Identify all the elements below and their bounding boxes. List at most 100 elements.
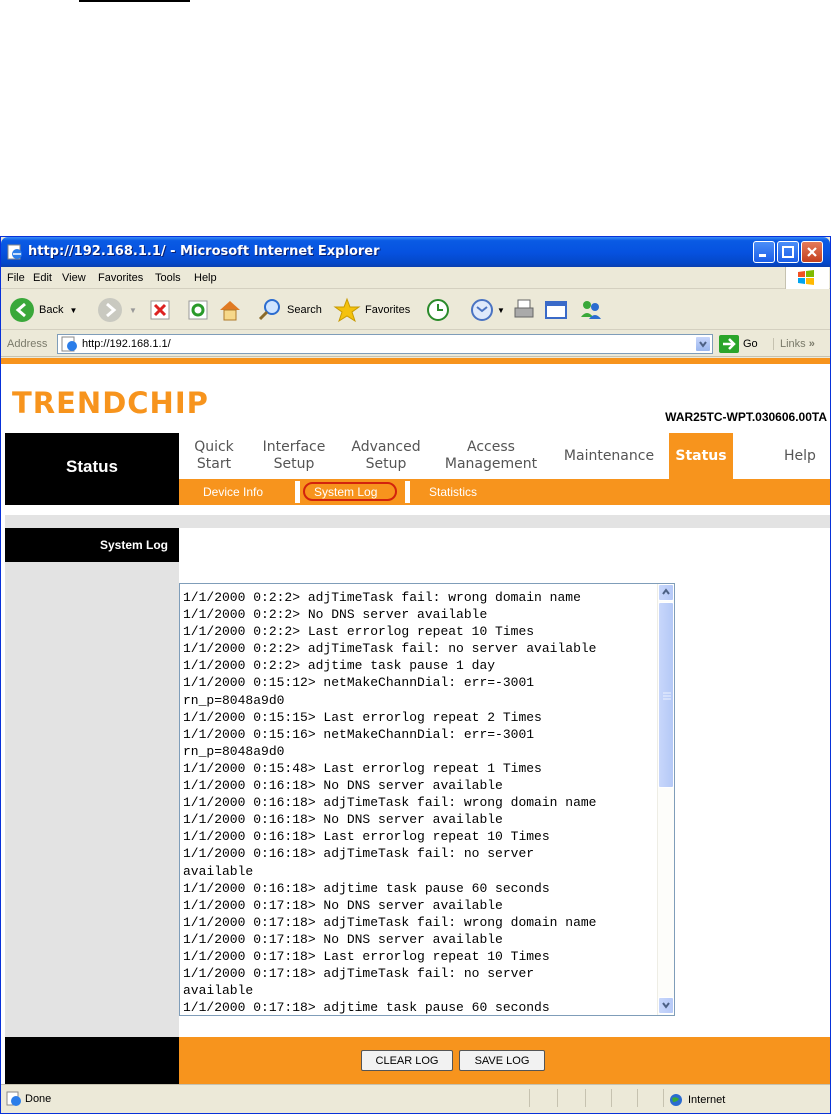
section-title: Status xyxy=(66,457,118,476)
ie-page-icon xyxy=(7,244,22,260)
forward-button[interactable]: ▼ xyxy=(97,294,137,326)
log-line: 1/1/2000 0:2:2> adjtime task pause 1 day xyxy=(183,658,496,674)
footer-left xyxy=(5,1037,179,1084)
close-icon xyxy=(807,247,817,257)
favorites-label: Favorites xyxy=(365,304,411,316)
status-divider xyxy=(557,1089,558,1107)
menu-view[interactable]: View xyxy=(62,272,86,284)
maximize-icon xyxy=(782,246,794,258)
log-line: 1/1/2000 0:2:2> Last errorlog repeat 10 … xyxy=(183,624,535,640)
go-button[interactable]: Go xyxy=(719,334,758,354)
scroll-down-button[interactable] xyxy=(658,997,674,1014)
menu-bar: File Edit View Favorites Tools Help xyxy=(1,267,830,289)
clear-log-button[interactable]: CLEAR LOG xyxy=(361,1050,453,1071)
log-line: 1/1/2000 0:2:2> No DNS server available xyxy=(183,607,488,623)
tab-quick-start[interactable]: Quick Start xyxy=(179,433,249,479)
log-line: 1/1/2000 0:16:18> Last errorlog repeat 1… xyxy=(183,829,550,845)
log-line: 1/1/2000 0:17:18> No DNS server availabl… xyxy=(183,931,503,947)
status-divider xyxy=(663,1089,664,1107)
gray-band xyxy=(5,515,830,528)
refresh-button[interactable] xyxy=(187,294,211,326)
menu-tools[interactable]: Tools xyxy=(155,272,181,284)
tab-status[interactable]: Status xyxy=(669,433,733,479)
status-divider xyxy=(637,1089,638,1107)
address-label: Address xyxy=(7,338,48,350)
grip-icon xyxy=(663,692,671,700)
log-line: 1/1/2000 0:16:18> No DNS server availabl… xyxy=(183,778,503,794)
messenger-button[interactable] xyxy=(577,294,605,326)
minimize-button[interactable] xyxy=(753,241,775,263)
print-button[interactable] xyxy=(511,294,537,326)
messenger-icon xyxy=(581,301,601,319)
windows-flag-icon xyxy=(798,270,814,285)
system-log-textarea[interactable]: 1/1/2000 0:2:2> adjTimeTask fail: wrong … xyxy=(179,583,675,1016)
tab-access-management[interactable]: Access Management xyxy=(437,433,545,479)
log-line: 1/1/2000 0:15:16> netMakeChannDial: err=… xyxy=(183,726,535,742)
refresh-icon xyxy=(188,300,208,320)
chevron-up-icon xyxy=(662,588,670,595)
tab-help[interactable]: Help xyxy=(771,433,829,479)
address-url: http://192.168.1.1/ xyxy=(82,338,171,350)
log-line: rn_p=8048a9d0 xyxy=(183,692,285,708)
stop-button[interactable] xyxy=(149,294,173,326)
menu-edit[interactable]: Edit xyxy=(33,272,52,284)
page-viewport: TRENDCHIP WAR25TC-WPT.030606.00TA Status… xyxy=(1,358,830,1084)
tab-interface-setup[interactable]: Interface Setup xyxy=(253,433,335,479)
address-dropdown-button[interactable] xyxy=(695,336,711,352)
stop-icon xyxy=(150,300,170,320)
tab-advanced-setup[interactable]: Advanced Setup xyxy=(343,433,429,479)
zone-label: Internet xyxy=(688,1094,726,1106)
back-arrow-icon xyxy=(10,298,34,322)
edit-button[interactable] xyxy=(543,294,569,326)
subtab-system-log[interactable]: System Log xyxy=(314,485,377,499)
search-label: Search xyxy=(287,304,322,316)
security-zone: Internet xyxy=(669,1093,725,1107)
chevron-down-icon xyxy=(699,341,707,348)
menu-file[interactable]: File xyxy=(7,272,25,284)
close-button[interactable] xyxy=(801,241,823,263)
back-dropdown-icon[interactable]: ▼ xyxy=(69,306,77,315)
maximize-button[interactable] xyxy=(777,241,799,263)
sub-nav: Device Info System Log Statistics xyxy=(179,479,830,505)
log-line: 1/1/2000 0:15:48> Last errorlog repeat 1… xyxy=(183,760,542,776)
main-nav: Quick Start Interface Setup Advanced Set… xyxy=(179,433,830,479)
mail-button[interactable]: ▼ xyxy=(469,294,505,326)
search-button[interactable]: Search xyxy=(257,294,322,326)
save-log-button[interactable]: SAVE LOG xyxy=(459,1050,545,1071)
scroll-up-button[interactable] xyxy=(658,584,674,601)
globe-icon xyxy=(670,1094,682,1106)
menu-help[interactable]: Help xyxy=(194,272,217,284)
menu-favorites[interactable]: Favorites xyxy=(98,272,143,284)
log-line: 1/1/2000 0:2:2> adjTimeTask fail: wrong … xyxy=(183,590,581,605)
log-line: 1/1/2000 0:16:18> adjTimeTask fail: no s… xyxy=(183,846,535,862)
home-button[interactable] xyxy=(217,294,243,326)
log-line: 1/1/2000 0:17:18> adjtime task pause 60 … xyxy=(183,1000,550,1016)
history-button[interactable] xyxy=(425,294,451,326)
firmware-version: WAR25TC-WPT.030606.00TA xyxy=(665,410,827,424)
toolbar: Back ▼ ▼ Search Favorites ▼ xyxy=(1,290,830,330)
subtab-device-info[interactable]: Device Info xyxy=(203,485,263,499)
mail-dropdown-icon[interactable]: ▼ xyxy=(497,306,505,315)
window-title: http://192.168.1.1/ - Microsoft Internet… xyxy=(28,244,380,259)
search-icon xyxy=(258,299,280,321)
back-button[interactable]: Back ▼ xyxy=(9,294,77,326)
links-button[interactable]: Links » xyxy=(773,338,815,350)
sidebar-title: System Log xyxy=(5,528,179,562)
go-label: Go xyxy=(743,338,758,350)
log-scrollbar[interactable] xyxy=(657,584,674,1015)
brand-logo: TRENDCHIP xyxy=(12,386,209,420)
log-content: 1/1/2000 0:2:2> adjTimeTask fail: wrong … xyxy=(183,589,653,1016)
back-label: Back xyxy=(39,304,64,316)
spacer xyxy=(5,505,830,515)
address-input[interactable]: http://192.168.1.1/ xyxy=(57,334,713,354)
favorites-button[interactable]: Favorites xyxy=(333,294,410,326)
subtab-statistics[interactable]: Statistics xyxy=(429,485,477,499)
mail-icon xyxy=(471,299,493,321)
status-divider xyxy=(611,1089,612,1107)
log-line: 1/1/2000 0:17:18> adjTimeTask fail: no s… xyxy=(183,966,535,982)
forward-dropdown-icon[interactable]: ▼ xyxy=(129,306,137,315)
chevron-down-icon xyxy=(662,1002,670,1009)
edit-page-icon xyxy=(545,301,567,319)
scroll-thumb[interactable] xyxy=(658,602,674,788)
tab-maintenance[interactable]: Maintenance xyxy=(557,433,661,479)
